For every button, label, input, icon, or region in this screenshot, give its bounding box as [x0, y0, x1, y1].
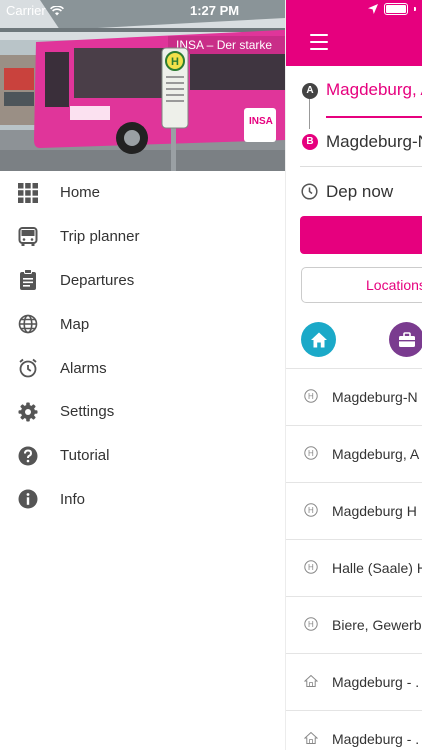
home-icon	[310, 332, 327, 347]
menu-item-alarms[interactable]: Alarms	[0, 346, 285, 390]
wifi-icon	[49, 5, 64, 15]
menu-label-tutorial: Tutorial	[60, 447, 110, 465]
drawer-header-photo: INSA – Der starke INSA H	[0, 0, 285, 171]
list-item[interactable]: Magdeburg - .	[286, 710, 422, 750]
bus-icon	[16, 225, 40, 249]
menu-label-map: Map	[60, 315, 90, 333]
list-item[interactable]: H Magdeburg-N	[286, 368, 422, 425]
origin-field[interactable]: Magdeburg, A	[326, 80, 422, 100]
menu-item-home[interactable]: Home	[0, 171, 285, 215]
location-label: Magdeburg, A	[332, 446, 420, 462]
menu-item-tutorial[interactable]: Tutorial	[0, 434, 285, 478]
list-item[interactable]: H Magdeburg, A	[286, 425, 422, 482]
favorite-work-button[interactable]	[389, 322, 422, 357]
carrier-label: Carrier	[6, 3, 46, 18]
alarm-clock-icon	[16, 356, 40, 380]
menu-item-map[interactable]: Map	[0, 302, 285, 346]
origin-badge: A	[302, 83, 318, 99]
menu-label-settings: Settings	[60, 403, 115, 421]
main-screen: A Magdeburg, A B Magdeburg-N Dep now Loc…	[285, 0, 422, 750]
menu-label-home: Home	[60, 184, 101, 202]
menu-label-alarms: Alarms	[60, 359, 107, 377]
stop-h-icon: H	[304, 446, 318, 460]
location-label: Magdeburg H	[332, 503, 417, 519]
info-icon	[16, 487, 40, 511]
location-label: Halle (Saale) H	[332, 560, 422, 576]
locations-button[interactable]: Locations	[301, 267, 422, 303]
svg-text:H: H	[308, 563, 314, 572]
favorite-home-button[interactable]	[301, 322, 336, 357]
origin-field-underline	[326, 116, 422, 118]
list-item[interactable]: H Halle (Saale) H	[286, 539, 422, 596]
bus-logo-text: INSA	[249, 116, 273, 127]
menu-label-trip-planner: Trip planner	[60, 228, 140, 246]
menu-label-info: Info	[60, 490, 86, 508]
location-label: Magdeburg-N	[332, 389, 418, 405]
clock-icon	[301, 183, 318, 200]
battery-icon	[384, 3, 408, 15]
menu-item-trip-planner[interactable]: Trip planner	[0, 215, 285, 259]
divider	[300, 166, 422, 167]
stop-sign-letter: H	[171, 56, 179, 68]
bus-banner-text: INSA – Der starke	[176, 38, 272, 52]
destination-badge: B	[302, 134, 318, 150]
route-connector-line	[309, 99, 310, 129]
destination-field[interactable]: Magdeburg-N	[326, 132, 422, 152]
menu-item-departures[interactable]: Departures	[0, 259, 285, 303]
address-house-icon	[304, 731, 318, 744]
clipboard-icon	[16, 268, 40, 292]
menu-hamburger-icon[interactable]	[310, 34, 328, 55]
status-time: 1:27 PM	[190, 3, 240, 18]
menu-item-info[interactable]: Info	[0, 478, 285, 522]
location-list: H Magdeburg-N H Magdeburg, A H Magdeburg…	[286, 368, 422, 750]
menu-item-settings[interactable]: Settings	[0, 390, 285, 434]
location-label: Magdeburg - .	[332, 674, 420, 690]
grid-icon	[16, 181, 40, 205]
list-item[interactable]: Magdeburg - .	[286, 653, 422, 710]
svg-text:H: H	[308, 506, 314, 515]
svg-text:H: H	[308, 392, 314, 401]
battery-nub	[414, 7, 416, 11]
side-drawer: INSA – Der starke INSA H Home Trip plann…	[0, 0, 285, 750]
status-bar: Carrier 1:27 PM	[0, 0, 422, 22]
globe-icon	[16, 312, 40, 336]
briefcase-icon	[398, 331, 415, 347]
status-right	[368, 3, 416, 15]
location-arrow-icon	[368, 4, 378, 14]
carrier-indicator: Carrier	[6, 3, 64, 18]
svg-text:H: H	[308, 620, 314, 629]
svg-text:H: H	[308, 449, 314, 458]
departure-time-selector[interactable]: Dep now	[326, 182, 393, 202]
help-icon	[16, 444, 40, 468]
stop-h-icon: H	[304, 503, 318, 517]
search-button[interactable]	[300, 216, 422, 254]
list-item[interactable]: H Biere, Gewerb	[286, 596, 422, 653]
menu-label-departures: Departures	[60, 271, 135, 289]
address-house-icon	[304, 674, 318, 687]
stop-h-icon: H	[304, 560, 318, 574]
stop-h-icon: H	[304, 617, 318, 631]
location-label: Biere, Gewerb	[332, 617, 422, 633]
location-label: Magdeburg - .	[332, 731, 420, 747]
list-item[interactable]: H Magdeburg H	[286, 482, 422, 539]
drawer-menu: Home Trip planner Departures Map Alarms …	[0, 171, 285, 521]
bus-photo: INSA – Der starke INSA H	[0, 0, 285, 171]
gear-icon	[16, 400, 40, 424]
stop-h-icon: H	[304, 389, 318, 403]
